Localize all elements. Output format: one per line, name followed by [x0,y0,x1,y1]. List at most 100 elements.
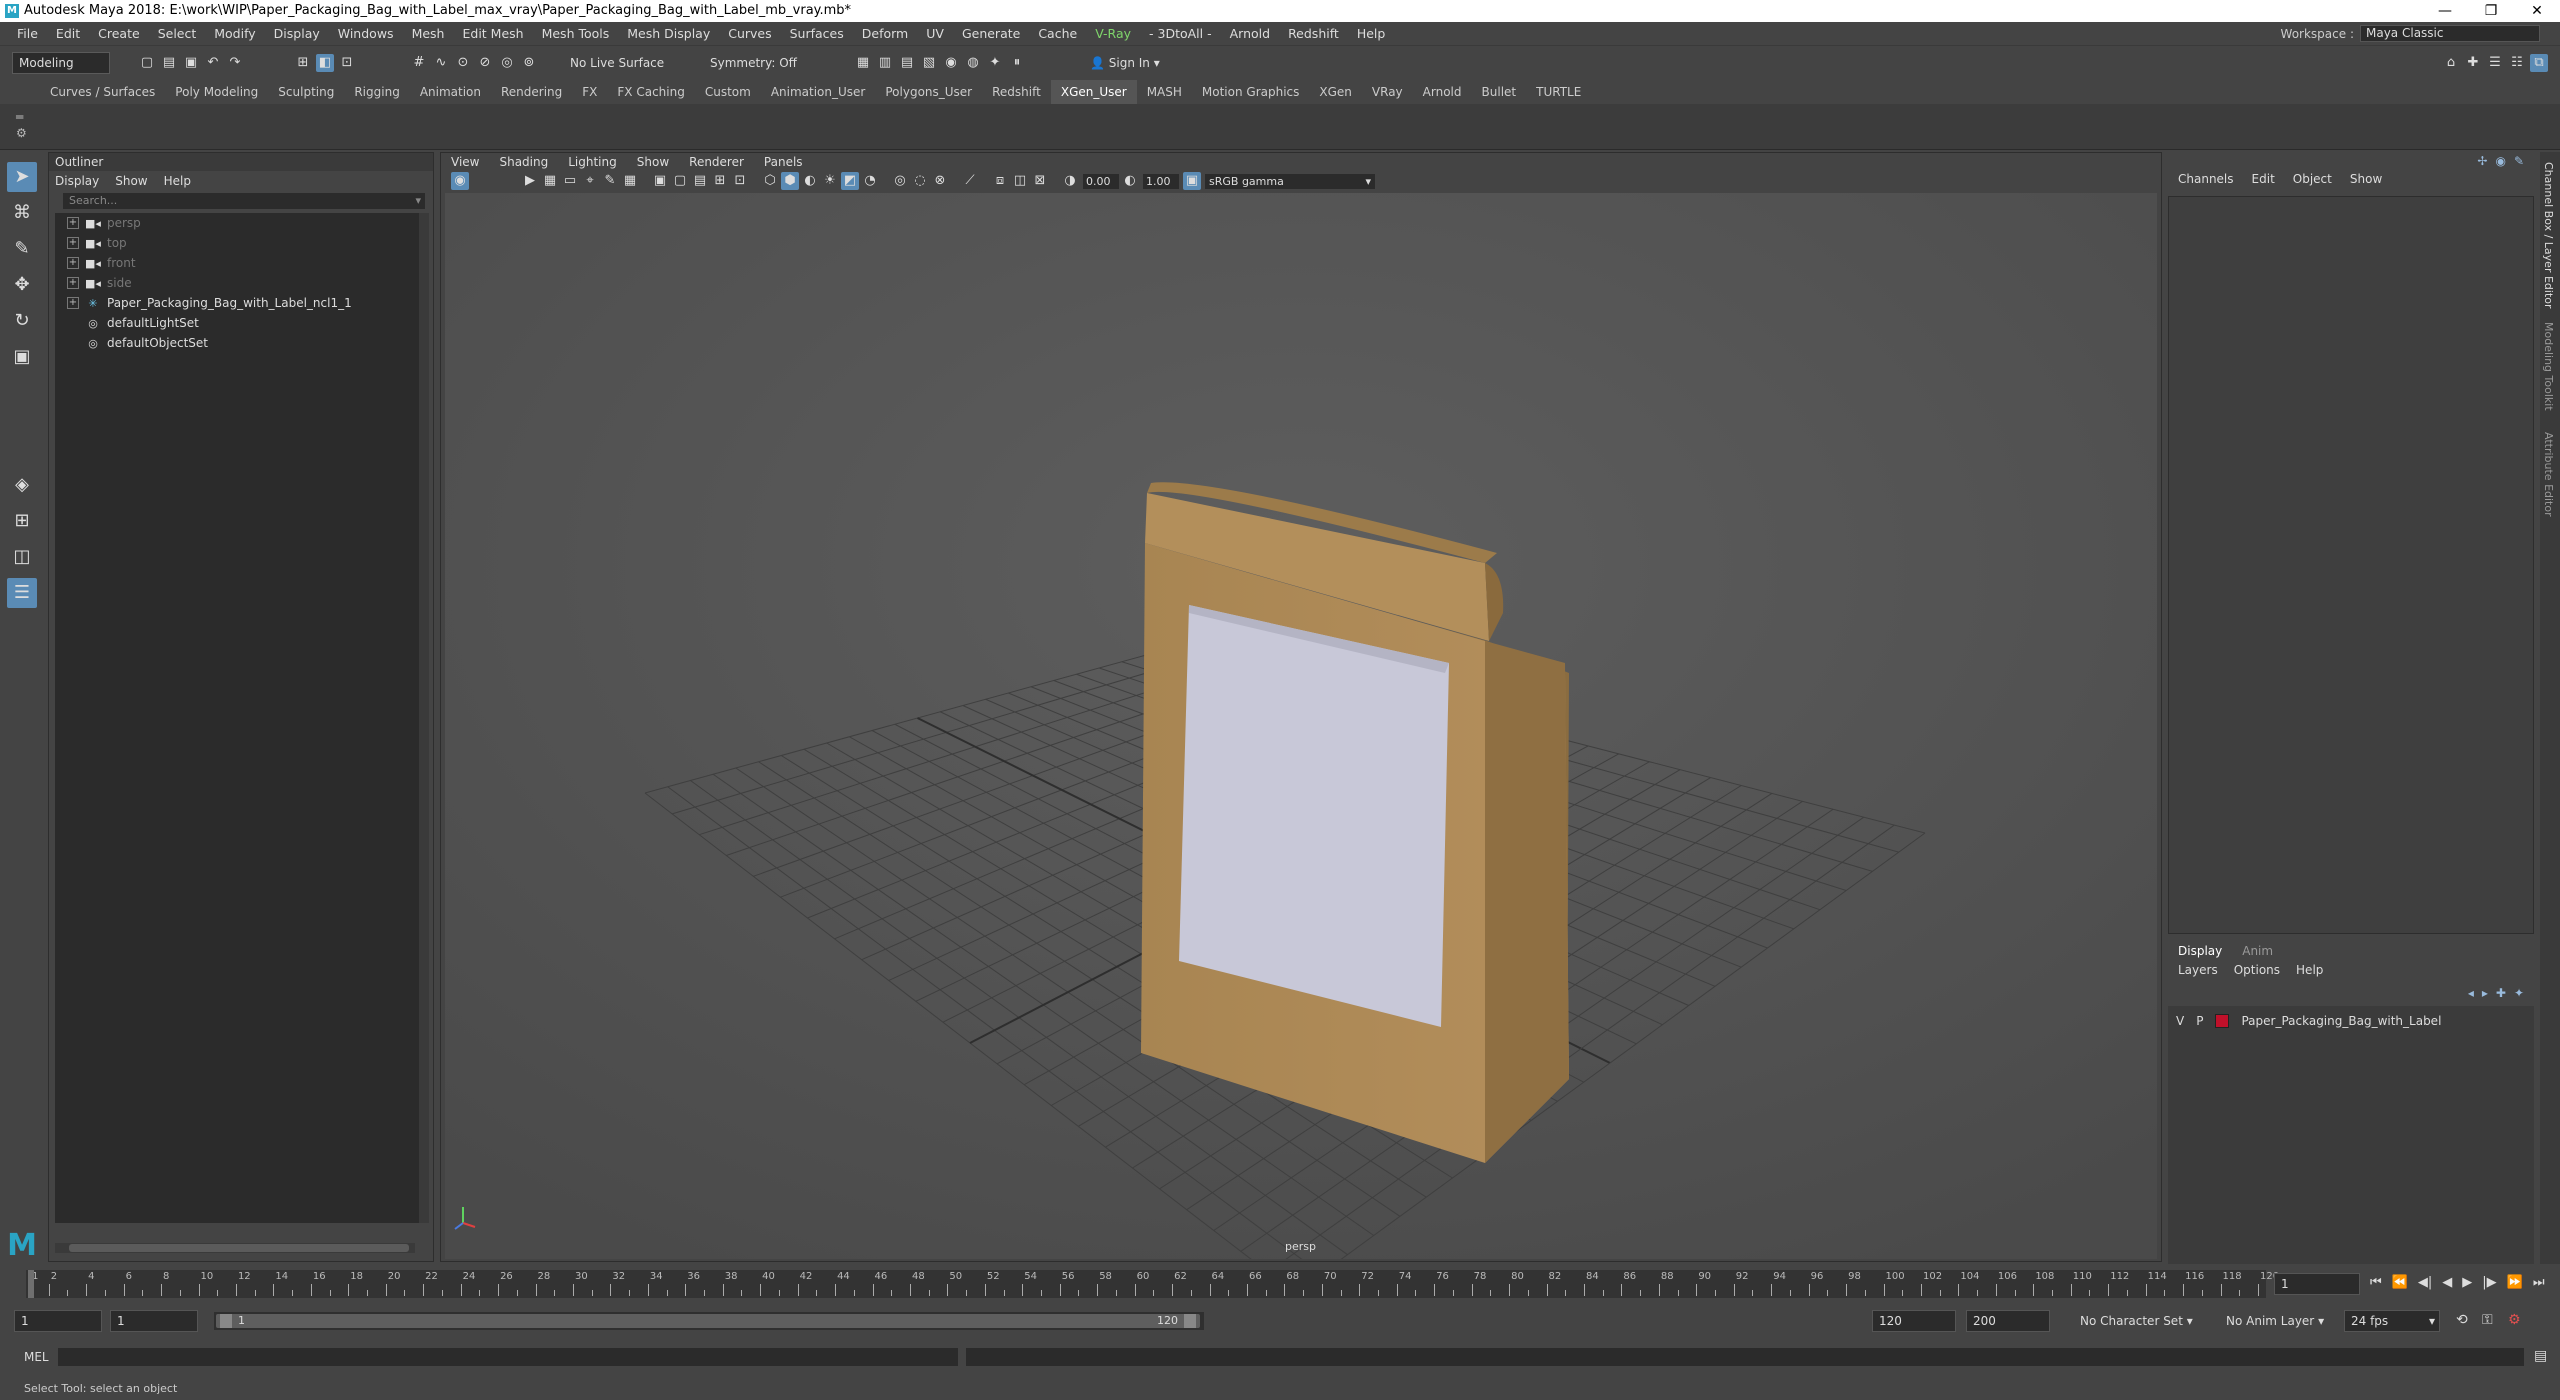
menu-deform[interactable]: Deform [853,26,917,41]
move-layer-down-icon[interactable]: ▸ [2482,986,2488,1000]
vray-render-icon[interactable]: ✦ [986,54,1004,72]
expand-icon[interactable]: + [67,277,79,289]
modeling-toolkit-tab[interactable]: Modeling Toolkit [2542,322,2555,411]
redo-icon[interactable]: ↷ [226,54,244,72]
shelf-tab-mash[interactable]: MASH [1137,80,1192,104]
persp-outliner-layout-icon[interactable]: ◫ [7,542,37,572]
lasso-tool-icon[interactable]: ⌘ [7,198,37,228]
viewport-menu-renderer[interactable]: Renderer [689,155,744,169]
scale-tool-icon[interactable]: ▣ [7,342,37,372]
viewport-menu-show[interactable]: Show [637,155,669,169]
step-back-key-icon[interactable]: ⏪ [2392,1275,2408,1290]
restore-button[interactable]: ❐ [2468,0,2514,22]
menu-3dtoall[interactable]: - 3DtoAll - [1140,26,1221,41]
snap-view-icon[interactable]: ⊘ [476,54,494,72]
layer-menu-options[interactable]: Options [2234,963,2280,977]
start-time-field[interactable]: 1 [14,1310,102,1332]
minimize-button[interactable]: — [2422,0,2468,22]
2d-pan-zoom-icon[interactable]: ⌖ [581,172,599,190]
attribute-editor-tab[interactable]: Attribute Editor [2542,432,2555,517]
image-plane-icon[interactable]: ▭ [561,172,579,190]
gamma-field[interactable]: 1.00 [1143,174,1179,189]
expand-icon[interactable]: + [67,297,79,309]
workspace-dropdown[interactable]: Maya Classic [2360,25,2540,42]
shelf-tab-animation-user[interactable]: Animation_User [761,80,876,104]
shelf-tab-curves-surfaces[interactable]: Curves / Surfaces [40,80,165,104]
animation-preferences-icon[interactable]: ⚙ [2508,1312,2521,1328]
step-forward-key-icon[interactable]: ⏩ [2507,1275,2523,1290]
shelf-menu-icon[interactable]: ═ [16,110,23,124]
depth-of-field-icon[interactable]: ◫ [1011,172,1029,190]
menu-set-dropdown[interactable]: Modeling [12,52,110,74]
render-sequence-icon[interactable]: ▥ [876,54,894,72]
gate-mask-icon[interactable]: ▤ [691,172,709,190]
sign-in-button[interactable]: 👤 Sign In ▾ [1090,56,1160,70]
layer-tab-anim[interactable]: Anim [2242,944,2273,958]
outliner-item[interactable]: + ✳ Paper_Packaging_Bag_with_Label_ncl1_1 [55,293,425,313]
hypershade-icon[interactable]: ◍ [964,54,982,72]
exposure-icon[interactable]: ◑ [1061,172,1079,190]
range-bar[interactable]: 1 120 [214,1312,1204,1330]
shelf-tab-xgen-user[interactable]: XGen_User [1050,80,1137,104]
motion-blur-icon[interactable]: ⟋ [961,172,979,190]
render-frame-icon[interactable]: ▦ [854,54,872,72]
lock-icon[interactable]: ◉ [2495,154,2505,168]
chevron-down-icon[interactable]: ▾ [415,193,421,209]
menu-edit[interactable]: Edit [47,26,89,41]
character-set-dropdown[interactable]: No Character Set ▾ [2080,1314,2193,1328]
fps-dropdown[interactable]: 24 fps ▾ [2344,1310,2440,1332]
use-all-lights-icon[interactable]: ☀ [821,172,839,190]
open-scene-icon[interactable]: ▤ [160,54,178,72]
select-tool-icon[interactable]: ➤ [7,162,37,192]
shelf-tab-poly-modeling[interactable]: Poly Modeling [165,80,268,104]
undo-icon[interactable]: ↶ [204,54,222,72]
wireframe-icon[interactable]: ⬡ [761,172,779,190]
grease-pencil-icon[interactable]: ✎ [601,172,619,190]
menu-arnold[interactable]: Arnold [1221,26,1279,41]
range-end-grip[interactable] [1184,1314,1196,1328]
end-time-field[interactable]: 200 [1966,1310,2050,1332]
shelf-tab-redshift[interactable]: Redshift [982,80,1051,104]
paint-select-tool-icon[interactable]: ✎ [7,234,37,264]
menu-uv[interactable]: UV [917,26,953,41]
shelf-tab-turtle[interactable]: TURTLE [1526,80,1591,104]
outliner-item[interactable]: ◎ defaultLightSet [55,313,425,333]
smooth-shade-icon[interactable]: ⬢ [781,172,799,190]
layer-name[interactable]: Paper_Packaging_Bag_with_Label [2241,1014,2441,1028]
outliner-item[interactable]: + ■◂ top [55,233,425,253]
outliner-menu-show[interactable]: Show [115,174,147,188]
layer-color-swatch[interactable] [2215,1014,2230,1028]
shelf-tab-arnold[interactable]: Arnold [1413,80,1472,104]
snap-point-icon[interactable]: ⊙ [454,54,472,72]
script-editor-icon[interactable]: ▤ [2534,1348,2547,1364]
go-to-end-icon[interactable]: ⏭ [2533,1275,2545,1290]
go-to-start-icon[interactable]: ⏮ [2370,1275,2382,1290]
layer-row[interactable]: V P Paper_Packaging_Bag_with_Label [2176,1014,2441,1028]
range-bar-handle[interactable]: 1 120 [216,1314,1200,1328]
outliner-item[interactable]: + ■◂ side [55,273,425,293]
shadows-icon[interactable]: ◩ [841,172,859,190]
xray-joints-icon[interactable]: ⊗ [931,172,949,190]
menu-file[interactable]: File [8,26,47,41]
grid-icon[interactable]: ▦ [621,172,639,190]
menu-modify[interactable]: Modify [205,26,264,41]
color-management-icon[interactable]: ▣ [1183,172,1201,190]
shelf-tab-xgen[interactable]: XGen [1309,80,1362,104]
menu-mesh-display[interactable]: Mesh Display [618,26,719,41]
mel-label[interactable]: MEL [24,1350,49,1364]
menu-create[interactable]: Create [89,26,149,41]
exposure-field[interactable]: 0.00 [1083,174,1119,189]
channel-box-icon[interactable]: ☷ [2508,54,2526,72]
playback-start-field[interactable]: 1 [110,1310,198,1332]
move-layer-up-icon[interactable]: ◂ [2468,986,2474,1000]
ipr-render-icon[interactable]: ◉ [942,54,960,72]
channel-box-area[interactable] [2168,196,2534,934]
shelf-tab-rigging[interactable]: Rigging [344,80,409,104]
textured-icon[interactable]: ◐ [801,172,819,190]
current-time-indicator[interactable] [28,1270,34,1298]
expand-icon[interactable]: + [67,237,79,249]
expand-icon[interactable]: + [67,217,79,229]
antialiasing-icon[interactable]: ⧈ [991,172,1009,190]
isolate-select-icon[interactable]: ◎ [891,172,909,190]
3d-scene[interactable]: persp [445,193,2157,1259]
